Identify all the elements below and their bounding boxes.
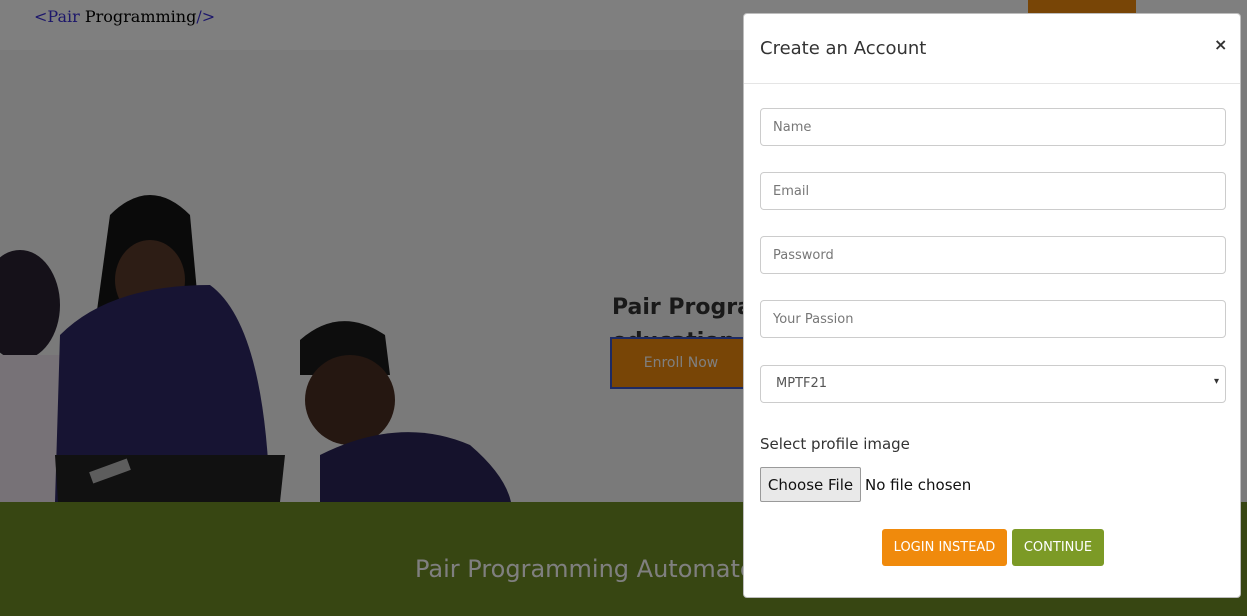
email-input[interactable] xyxy=(760,172,1226,210)
modal-header: Create an Account × xyxy=(744,14,1240,84)
create-account-modal: Create an Account × MPTF21 ▾ Select prof… xyxy=(743,13,1241,598)
passion-input[interactable] xyxy=(760,300,1226,338)
password-input[interactable] xyxy=(760,236,1226,274)
cohort-select-value: MPTF21 xyxy=(776,376,828,391)
close-icon[interactable]: × xyxy=(1214,35,1227,54)
file-status-text: No file chosen xyxy=(865,476,972,494)
name-input[interactable] xyxy=(760,108,1226,146)
login-instead-button[interactable]: LOGIN INSTEAD xyxy=(882,529,1007,566)
cohort-select[interactable]: MPTF21 ▾ xyxy=(760,365,1226,403)
continue-button[interactable]: CONTINUE xyxy=(1012,529,1104,566)
choose-file-button[interactable]: Choose File xyxy=(760,467,861,502)
chevron-down-icon: ▾ xyxy=(1213,376,1219,387)
modal-title: Create an Account xyxy=(760,38,927,59)
profile-image-label: Select profile image xyxy=(760,435,910,453)
